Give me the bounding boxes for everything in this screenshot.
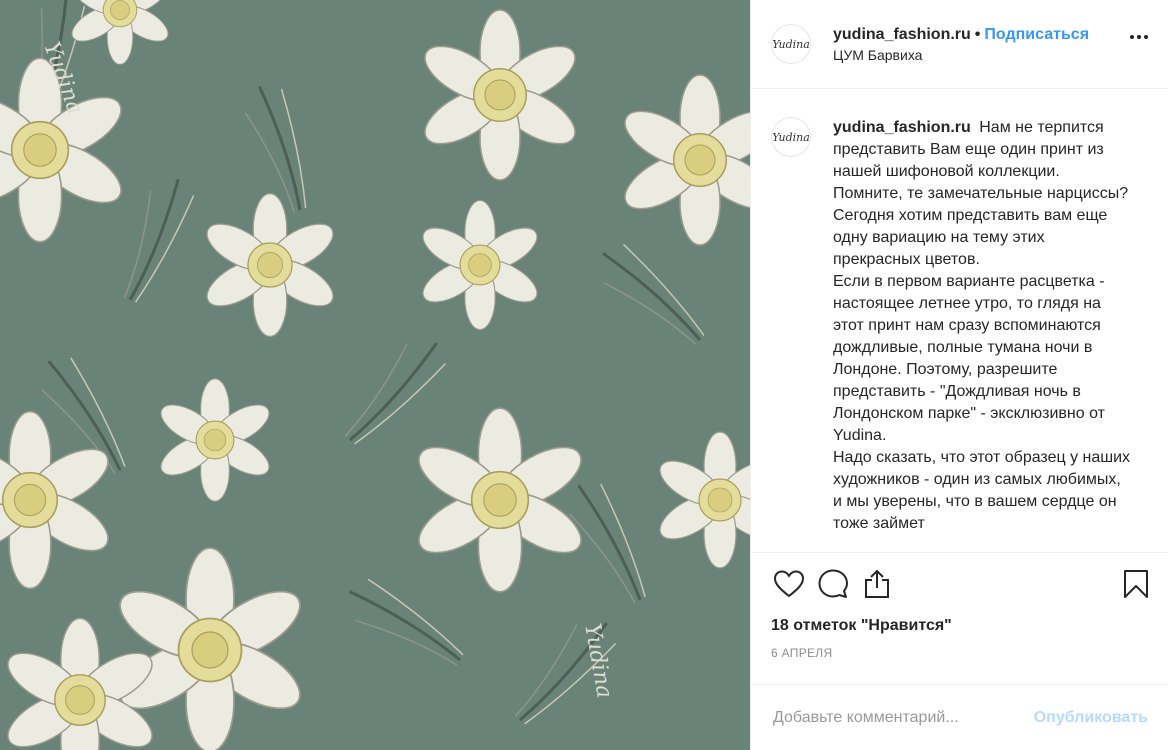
action-bar [751, 552, 1168, 614]
follow-button[interactable]: Подписаться [984, 26, 1089, 43]
post-sidebar: Yudina yudina_fashion.ru • Подписаться ЦУМ… [750, 0, 1168, 750]
add-comment-bar: Опубликовать [751, 684, 1168, 750]
comment-icon[interactable] [815, 566, 851, 602]
caption: yudina_fashion.ru Нам не терпится предст… [833, 117, 1133, 552]
comment-input[interactable] [771, 707, 1034, 728]
bookmark-icon[interactable] [1118, 566, 1154, 602]
more-icon[interactable] [1130, 35, 1148, 39]
post-header: Yudina yudina_fashion.ru • Подписаться ЦУМ… [751, 0, 1168, 89]
caption-avatar[interactable]: Yudina [771, 117, 811, 157]
caption-text: Нам не терпится представить Вам еще один… [833, 119, 1131, 532]
location-link[interactable]: ЦУМ Барвиха [833, 47, 1089, 63]
share-icon[interactable] [859, 566, 895, 602]
header-line: yudina_fashion.ru • Подписаться [833, 26, 1089, 44]
comments-area[interactable]: Yudina yudina_fashion.ru Нам не терпится… [751, 89, 1168, 552]
daffodil-print: Yudina Yudina [0, 0, 750, 750]
publish-button[interactable]: Опубликовать [1034, 709, 1148, 727]
avatar[interactable]: Yudina [771, 24, 811, 64]
header-text: yudina_fashion.ru • Подписаться ЦУМ Барвих… [833, 26, 1089, 63]
watermark: Yudina [579, 622, 617, 700]
caption-username[interactable]: yudina_fashion.ru [833, 119, 971, 136]
post-image[interactable]: Yudina Yudina [0, 0, 750, 750]
username-link[interactable]: yudina_fashion.ru [833, 26, 971, 43]
likes-count[interactable]: 18 отметок "Нравится" [751, 610, 1168, 642]
post-date[interactable]: 6 АПРЕЛЯ [751, 642, 1168, 684]
separator-dot: • [974, 25, 981, 43]
heart-icon[interactable] [771, 566, 807, 602]
instagram-post: Yudina Yudina Yudina yudina_fashion.ru • П… [0, 0, 1168, 750]
